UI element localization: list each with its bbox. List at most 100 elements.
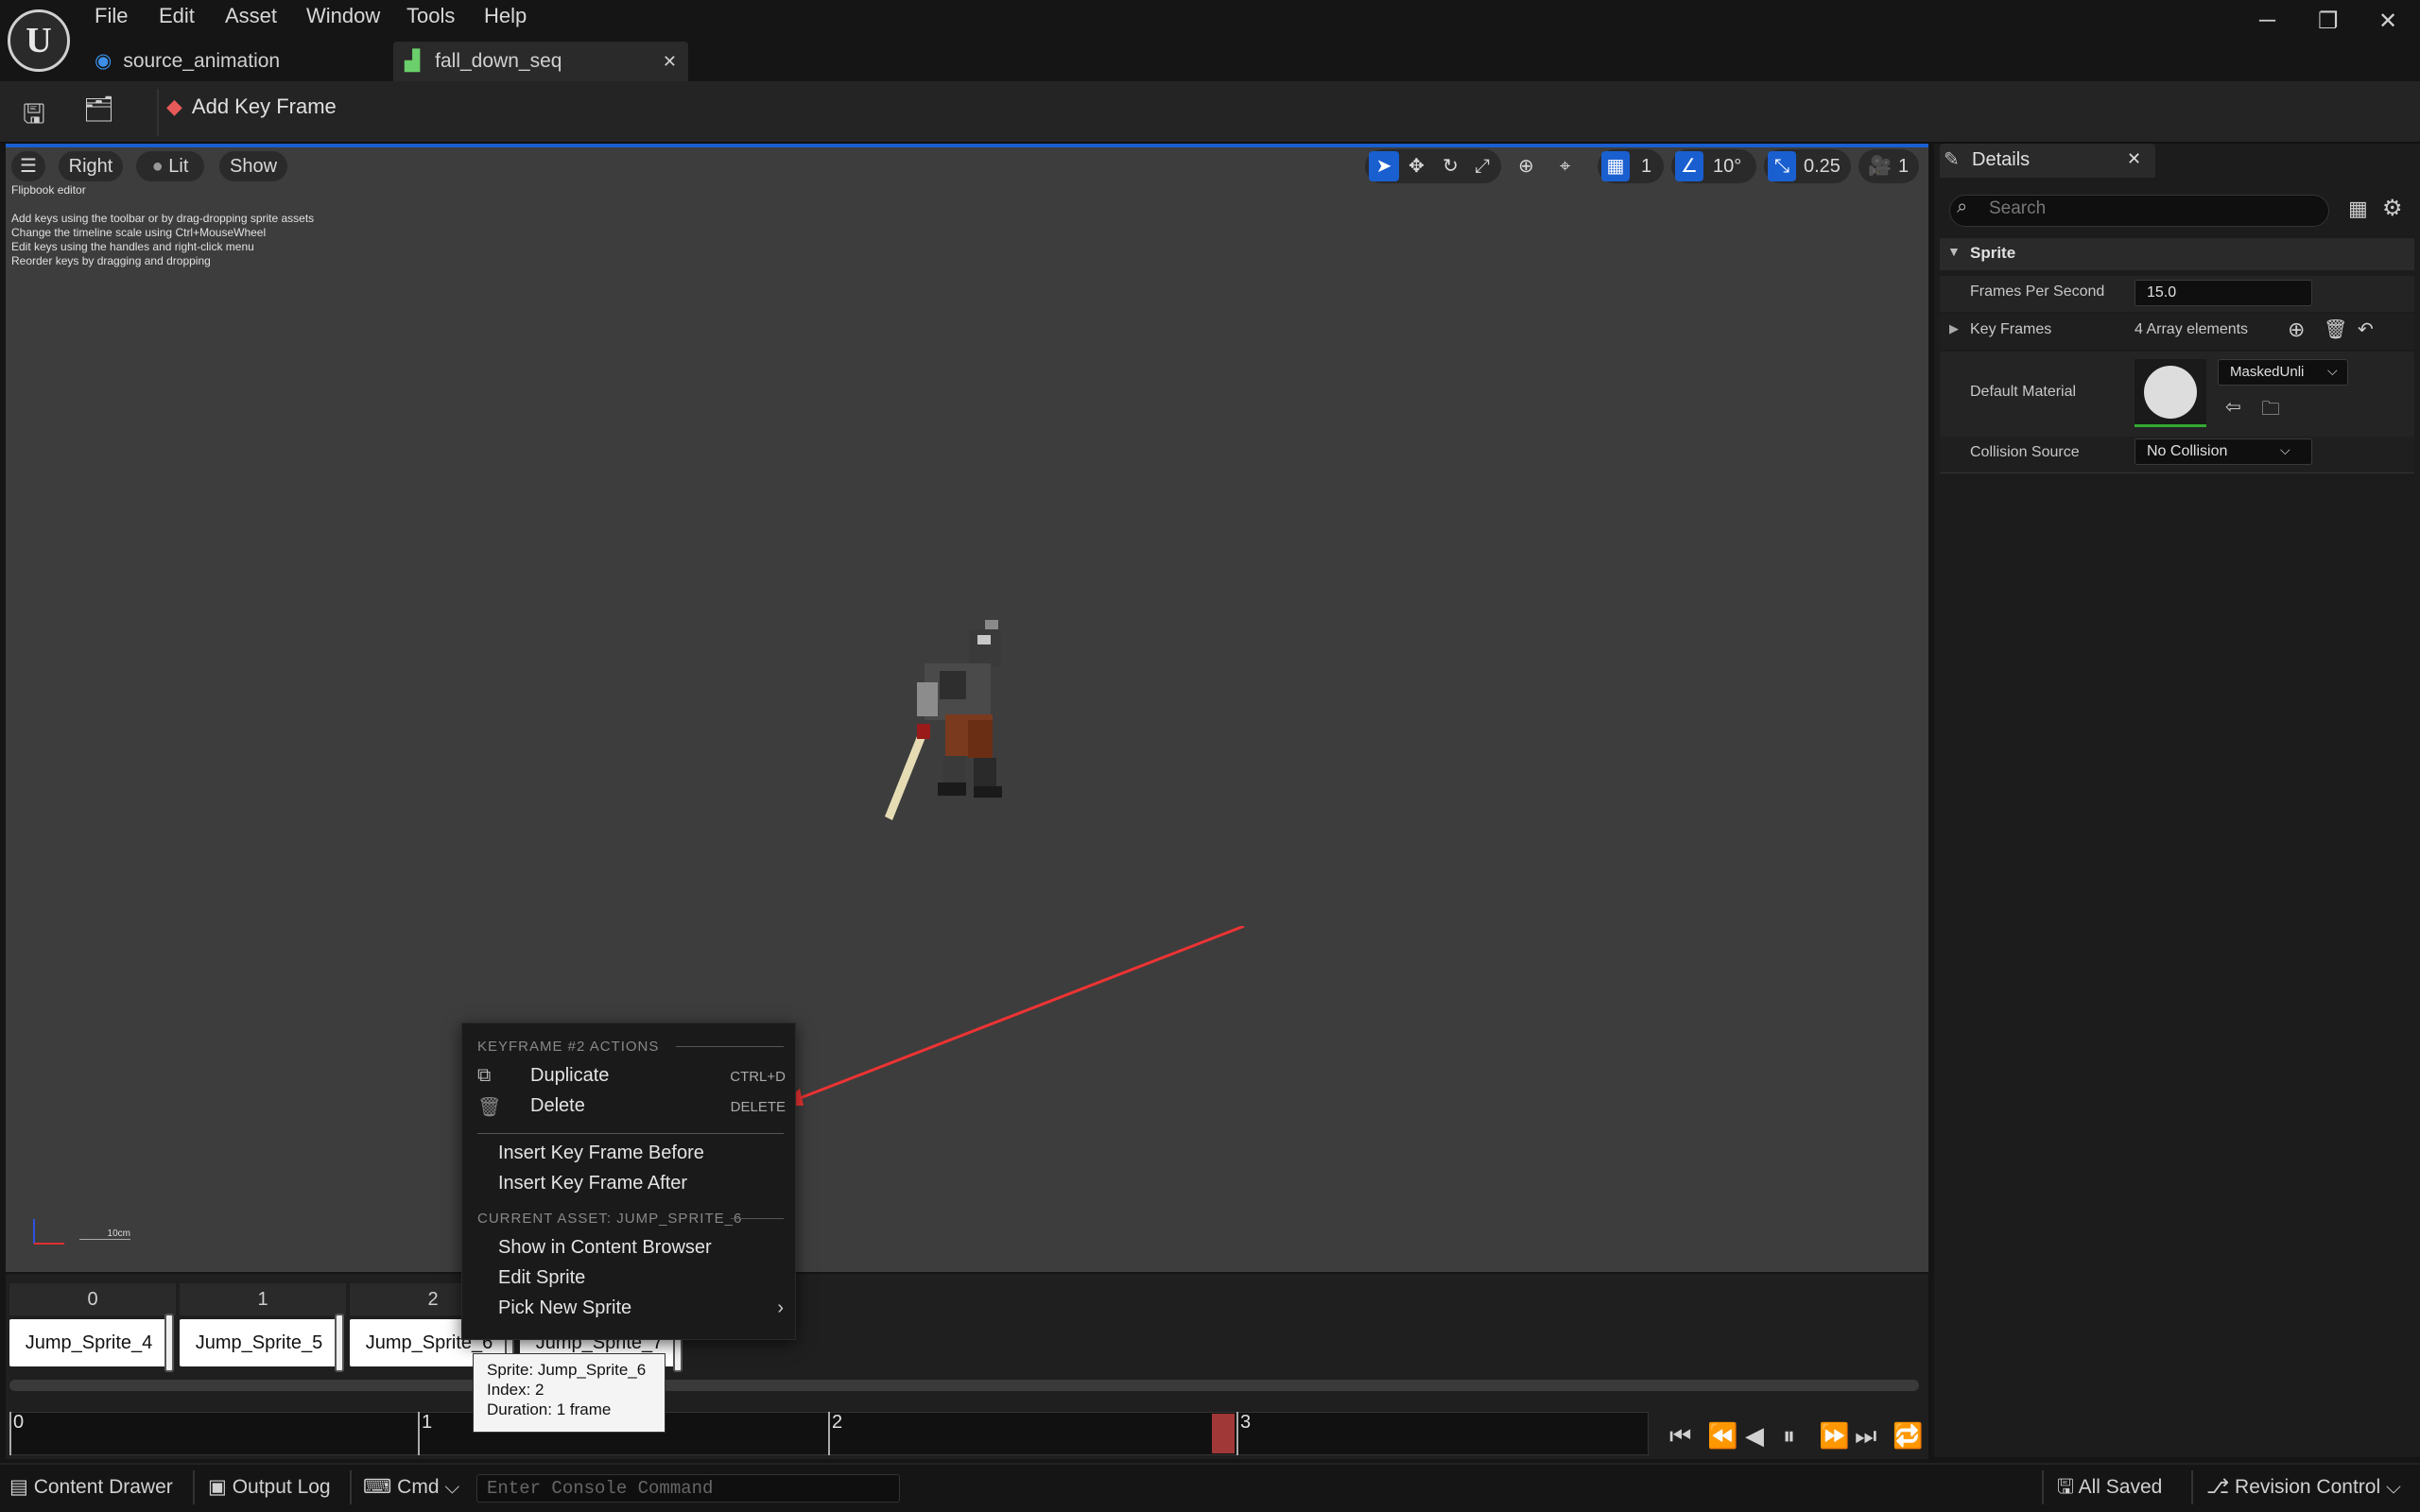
- grid-snap-value[interactable]: 1: [1641, 151, 1651, 181]
- tab-source-animation[interactable]: ◉ source_animation: [95, 42, 389, 81]
- tab-fall-down-seq[interactable]: ▟ fall_down_seq ✕: [393, 42, 688, 81]
- tick-mark: [418, 1412, 420, 1455]
- keyframe-handle[interactable]: [335, 1314, 344, 1372]
- pause-icon[interactable]: ⏸: [1783, 1421, 1795, 1452]
- close-details-icon[interactable]: ✕: [2127, 149, 2141, 169]
- table-view-icon[interactable]: ▦: [2348, 197, 2368, 221]
- select-tool-icon[interactable]: ➤: [1369, 151, 1399, 181]
- console-command-input[interactable]: Enter Console Command: [476, 1474, 900, 1503]
- scale-snap-icon[interactable]: ⤡: [1768, 151, 1796, 181]
- rotation-snap-icon[interactable]: ∠: [1675, 151, 1703, 181]
- timeline-scrollbar[interactable]: [9, 1380, 1919, 1391]
- delete-menu-item[interactable]: 🗑 Delete DELETE: [462, 1093, 795, 1124]
- rotate-tool-icon[interactable]: ↻: [1443, 151, 1459, 181]
- step-forward-icon[interactable]: ⏩: [1819, 1421, 1849, 1451]
- step-back-icon[interactable]: ⏪: [1707, 1421, 1737, 1451]
- details-divider: [1940, 472, 2414, 473]
- add-key-icon: ◆: [166, 94, 182, 118]
- minimize-icon[interactable]: ─: [2259, 8, 2275, 34]
- camera-icon[interactable]: 🎥: [1868, 151, 1892, 181]
- output-log-label: Output Log: [232, 1476, 331, 1498]
- duplicate-menu-item[interactable]: ⧉ Duplicate CTRL+D: [462, 1063, 795, 1093]
- loop-icon[interactable]: 🔁: [1893, 1421, 1923, 1451]
- duplicate-label: Duplicate: [530, 1065, 610, 1086]
- menu-file[interactable]: File: [95, 0, 128, 32]
- output-log-button[interactable]: ▣ Output Log: [208, 1470, 331, 1504]
- sprite-character[interactable]: [879, 616, 1030, 824]
- insert-before-menu-item[interactable]: Insert Key Frame Before: [498, 1143, 704, 1164]
- grid-snap-icon[interactable]: ▦: [1601, 151, 1630, 181]
- chevron-down-icon: ⌵: [2280, 442, 2290, 457]
- keyframe-1[interactable]: Jump_Sprite_5: [180, 1319, 338, 1366]
- translate-tool-icon[interactable]: ✥: [1409, 151, 1425, 181]
- surface-snap-icon[interactable]: ⌖: [1560, 151, 1570, 181]
- view-mode-button[interactable]: Right: [59, 151, 123, 181]
- scale-indicator: 10cm: [79, 1228, 130, 1240]
- keyframe-0[interactable]: Jump_Sprite_4: [9, 1319, 168, 1366]
- skip-to-start-icon[interactable]: ⏮: [1669, 1421, 1691, 1452]
- menu-help[interactable]: Help: [484, 0, 527, 32]
- playhead[interactable]: [1212, 1414, 1235, 1453]
- insert-after-menu-item[interactable]: Insert Key Frame After: [498, 1173, 687, 1194]
- duplicate-shortcut: CTRL+D: [730, 1069, 786, 1085]
- viewport-menu-icon[interactable]: ☰: [11, 151, 45, 181]
- browse-icon[interactable]: 🗀: [2261, 395, 2280, 427]
- material-thumbnail[interactable]: [2135, 359, 2206, 427]
- use-selected-icon[interactable]: ⇦: [2225, 395, 2241, 419]
- settings-gear-icon[interactable]: ⚙: [2382, 195, 2403, 222]
- add-element-icon[interactable]: ⊕: [2288, 318, 2305, 342]
- all-saved-button[interactable]: 🖫 All Saved: [2057, 1470, 2162, 1504]
- hint-line-2: Change the timeline scale using Ctrl+Mou…: [11, 226, 267, 239]
- tooltip-duration: Duration: 1 frame: [487, 1400, 612, 1418]
- submenu-arrow-icon: ›: [777, 1297, 784, 1318]
- rotation-snap-value[interactable]: 10°: [1713, 151, 1741, 181]
- reset-icon[interactable]: ↶: [2358, 318, 2374, 341]
- browse-asset-icon[interactable]: 🗂: [83, 94, 114, 124]
- material-label: Default Material: [1970, 384, 2077, 400]
- camera-speed-value[interactable]: 1: [1898, 151, 1909, 181]
- collapse-arrow-icon[interactable]: ▼: [1947, 244, 1961, 259]
- hint-line-3: Edit keys using the handles and right-cl…: [11, 240, 254, 253]
- cmd-dropdown[interactable]: ⌨ Cmd ⌵: [363, 1470, 459, 1504]
- animation-asset-icon: ◉: [95, 50, 112, 72]
- flipbook-asset-icon: ▟: [405, 50, 421, 72]
- tab-label: fall_down_seq: [435, 50, 562, 72]
- pick-new-sprite-menu-item[interactable]: Pick New Sprite: [498, 1297, 631, 1319]
- expand-arrow-icon[interactable]: ▶: [1949, 321, 1959, 336]
- skip-to-end-icon[interactable]: ⏭: [1855, 1421, 1876, 1452]
- close-tab-icon[interactable]: ✕: [663, 42, 677, 81]
- chevron-down-icon: ⌵: [444, 1476, 460, 1498]
- tooltip-sprite: Sprite: Jump_Sprite_6: [487, 1361, 647, 1379]
- restore-icon[interactable]: ❐: [2318, 8, 2339, 35]
- menu-tools[interactable]: Tools: [406, 0, 455, 32]
- menu-window[interactable]: Window: [306, 0, 380, 32]
- menu-divider: [731, 1218, 784, 1219]
- menu-asset[interactable]: Asset: [225, 0, 277, 32]
- keyframes-count: 4 Array elements: [2135, 321, 2249, 337]
- tick-mark: [9, 1412, 11, 1455]
- show-button[interactable]: Show: [219, 151, 287, 181]
- world-space-icon[interactable]: ⊕: [1518, 151, 1534, 181]
- frame-index-1: 1: [180, 1283, 346, 1315]
- add-key-frame-button[interactable]: ◆ Add Key Frame: [166, 94, 337, 119]
- fps-input[interactable]: 15.0: [2135, 280, 2312, 306]
- close-window-icon[interactable]: ✕: [2378, 8, 2397, 35]
- edit-sprite-menu-item[interactable]: Edit Sprite: [498, 1267, 585, 1289]
- details-title: Details: [1972, 149, 2031, 170]
- chevron-down-icon: ⌵: [2327, 363, 2338, 378]
- delete-elements-icon[interactable]: 🗑: [2324, 318, 2347, 341]
- revision-control-dropdown[interactable]: ⎇ Revision Control ⌵: [2206, 1470, 2401, 1504]
- scale-snap-value[interactable]: 0.25: [1804, 151, 1841, 181]
- scale-tool-icon[interactable]: ⤢: [1475, 151, 1490, 181]
- chevron-down-icon: ⌵: [2385, 1476, 2401, 1498]
- menu-edit[interactable]: Edit: [159, 0, 195, 32]
- play-reverse-icon[interactable]: ◀: [1745, 1421, 1764, 1451]
- save-icon[interactable]: 🖫: [23, 94, 45, 140]
- keyframe-handle[interactable]: [164, 1314, 174, 1372]
- delete-label: Delete: [530, 1095, 585, 1116]
- unreal-logo-icon[interactable]: U: [8, 9, 70, 72]
- show-in-content-browser-menu-item[interactable]: Show in Content Browser: [498, 1237, 712, 1259]
- content-drawer-button[interactable]: ▤ Content Drawer: [9, 1470, 173, 1504]
- lit-button[interactable]: ● Lit: [136, 151, 204, 181]
- tick-label-0: 0: [13, 1412, 25, 1433]
